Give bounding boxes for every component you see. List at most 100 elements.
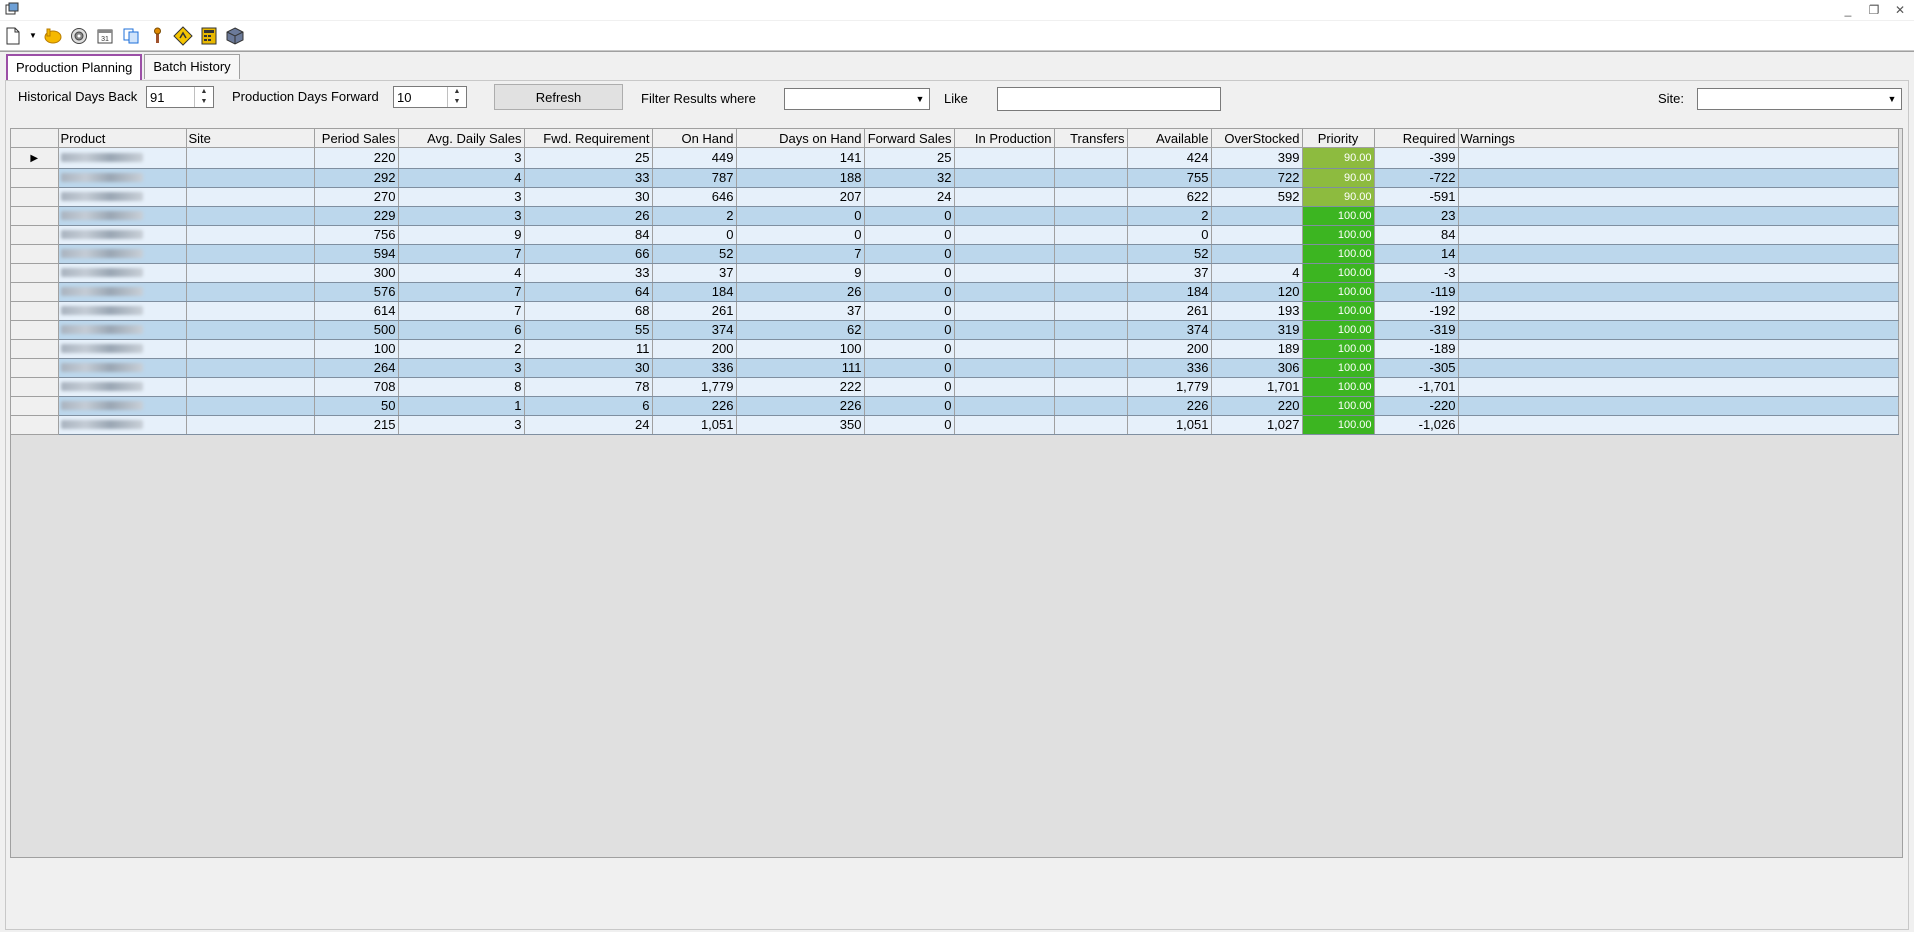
empty-cell[interactable]: [954, 415, 1055, 435]
empty-cell[interactable]: [1458, 168, 1899, 188]
table-row[interactable]: 292 4 33 787 188 32 755 722 90.00 -722: [11, 168, 1899, 188]
data-cell[interactable]: 33: [524, 263, 653, 283]
data-cell[interactable]: 7: [398, 282, 525, 302]
product-cell-redacted[interactable]: [58, 396, 187, 416]
empty-cell[interactable]: [1458, 263, 1899, 283]
data-cell[interactable]: 7: [398, 301, 525, 321]
priority-cell[interactable]: 100.00: [1302, 358, 1375, 378]
data-cell[interactable]: 9: [398, 225, 525, 245]
data-cell[interactable]: 8: [398, 377, 525, 397]
data-cell[interactable]: 78: [524, 377, 653, 397]
product-cell-redacted[interactable]: [58, 168, 187, 188]
data-cell[interactable]: -319: [1374, 320, 1459, 340]
priority-cell[interactable]: 100.00: [1302, 377, 1375, 397]
product-cell-redacted[interactable]: [58, 225, 187, 245]
product-cell-redacted[interactable]: [58, 206, 187, 226]
site-cell[interactable]: [186, 282, 315, 302]
data-cell[interactable]: 111: [736, 358, 865, 378]
empty-cell[interactable]: [954, 301, 1055, 321]
table-row[interactable]: 229 3 26 2 0 0 2 100.00 23: [11, 206, 1899, 226]
product-cell-redacted[interactable]: [58, 263, 187, 283]
row-selector[interactable]: [11, 415, 59, 435]
data-cell[interactable]: 23: [1374, 206, 1459, 226]
site-cell[interactable]: [186, 147, 315, 169]
priority-cell[interactable]: 90.00: [1302, 187, 1375, 207]
site-cell[interactable]: [186, 358, 315, 378]
column-header[interactable]: Priority: [1302, 129, 1375, 148]
product-cell-redacted[interactable]: [58, 377, 187, 397]
calendar-icon[interactable]: 31: [94, 25, 116, 47]
empty-cell[interactable]: [1054, 339, 1128, 359]
spin-down-icon[interactable]: ▼: [195, 97, 213, 107]
data-cell[interactable]: 0: [652, 225, 737, 245]
priority-cell[interactable]: 90.00: [1302, 168, 1375, 188]
data-cell[interactable]: 722: [1211, 168, 1303, 188]
empty-cell[interactable]: [954, 187, 1055, 207]
row-selector[interactable]: [11, 320, 59, 340]
empty-cell[interactable]: [1458, 415, 1899, 435]
data-cell[interactable]: 2: [652, 206, 737, 226]
data-cell[interactable]: 0: [864, 415, 955, 435]
data-cell[interactable]: 622: [1127, 187, 1212, 207]
empty-cell[interactable]: [954, 168, 1055, 188]
empty-cell[interactable]: [1054, 244, 1128, 264]
data-cell[interactable]: 68: [524, 301, 653, 321]
tab-batch-history[interactable]: Batch History: [144, 54, 240, 79]
empty-cell[interactable]: [1054, 358, 1128, 378]
empty-cell[interactable]: [954, 206, 1055, 226]
tools-icon[interactable]: [146, 25, 168, 47]
data-cell[interactable]: 229: [314, 206, 399, 226]
data-cell[interactable]: 37: [652, 263, 737, 283]
data-cell[interactable]: 11: [524, 339, 653, 359]
table-row[interactable]: 756 9 84 0 0 0 0 100.00 84: [11, 225, 1899, 245]
data-cell[interactable]: 64: [524, 282, 653, 302]
empty-cell[interactable]: [954, 244, 1055, 264]
data-cell[interactable]: 261: [1127, 301, 1212, 321]
data-cell[interactable]: 3: [398, 206, 525, 226]
spin-up-icon[interactable]: ▲: [195, 87, 213, 97]
data-cell[interactable]: 500: [314, 320, 399, 340]
data-cell[interactable]: 592: [1211, 187, 1303, 207]
column-header[interactable]: Warnings: [1458, 129, 1899, 148]
row-selector[interactable]: ▶: [11, 147, 59, 169]
data-cell[interactable]: 594: [314, 244, 399, 264]
priority-cell[interactable]: 100.00: [1302, 244, 1375, 264]
sign-icon[interactable]: [172, 25, 194, 47]
data-cell[interactable]: -119: [1374, 282, 1459, 302]
data-cell[interactable]: 52: [1127, 244, 1212, 264]
data-cell[interactable]: 220: [1211, 396, 1303, 416]
priority-cell[interactable]: 100.00: [1302, 263, 1375, 283]
data-cell[interactable]: 1,701: [1211, 377, 1303, 397]
data-cell[interactable]: 32: [864, 168, 955, 188]
data-cell[interactable]: 0: [864, 206, 955, 226]
empty-cell[interactable]: [954, 358, 1055, 378]
empty-cell[interactable]: [1054, 377, 1128, 397]
data-cell[interactable]: 292: [314, 168, 399, 188]
data-cell[interactable]: 1,779: [652, 377, 737, 397]
data-cell[interactable]: 449: [652, 147, 737, 169]
data-cell[interactable]: 261: [652, 301, 737, 321]
data-cell[interactable]: 14: [1374, 244, 1459, 264]
priority-cell[interactable]: 100.00: [1302, 396, 1375, 416]
data-cell[interactable]: 2: [398, 339, 525, 359]
table-row[interactable]: ▶ 220 3 25 449 141 25 424 399 90.00 -399: [11, 147, 1899, 169]
empty-cell[interactable]: [1054, 147, 1128, 169]
data-cell[interactable]: 226: [736, 396, 865, 416]
data-cell[interactable]: 66: [524, 244, 653, 264]
empty-cell[interactable]: [1458, 244, 1899, 264]
row-selector[interactable]: [11, 187, 59, 207]
data-cell[interactable]: 24: [864, 187, 955, 207]
data-cell[interactable]: -399: [1374, 147, 1459, 169]
restore-button[interactable]: ❐: [1864, 2, 1884, 18]
data-cell[interactable]: 0: [864, 320, 955, 340]
product-cell-redacted[interactable]: [58, 320, 187, 340]
product-cell-redacted[interactable]: [58, 339, 187, 359]
minimize-button[interactable]: _: [1838, 2, 1858, 18]
historical-days-input[interactable]: [147, 87, 197, 107]
row-selector[interactable]: [11, 282, 59, 302]
table-row[interactable]: 215 3 24 1,051 350 0 1,051 1,027 100.00 -1,026: [11, 415, 1899, 435]
product-cell-redacted[interactable]: [58, 147, 187, 169]
row-selector[interactable]: [11, 339, 59, 359]
table-row[interactable]: 300 4 33 37 9 0 37 4 100.00 -3: [11, 263, 1899, 283]
data-cell[interactable]: [1211, 206, 1303, 226]
